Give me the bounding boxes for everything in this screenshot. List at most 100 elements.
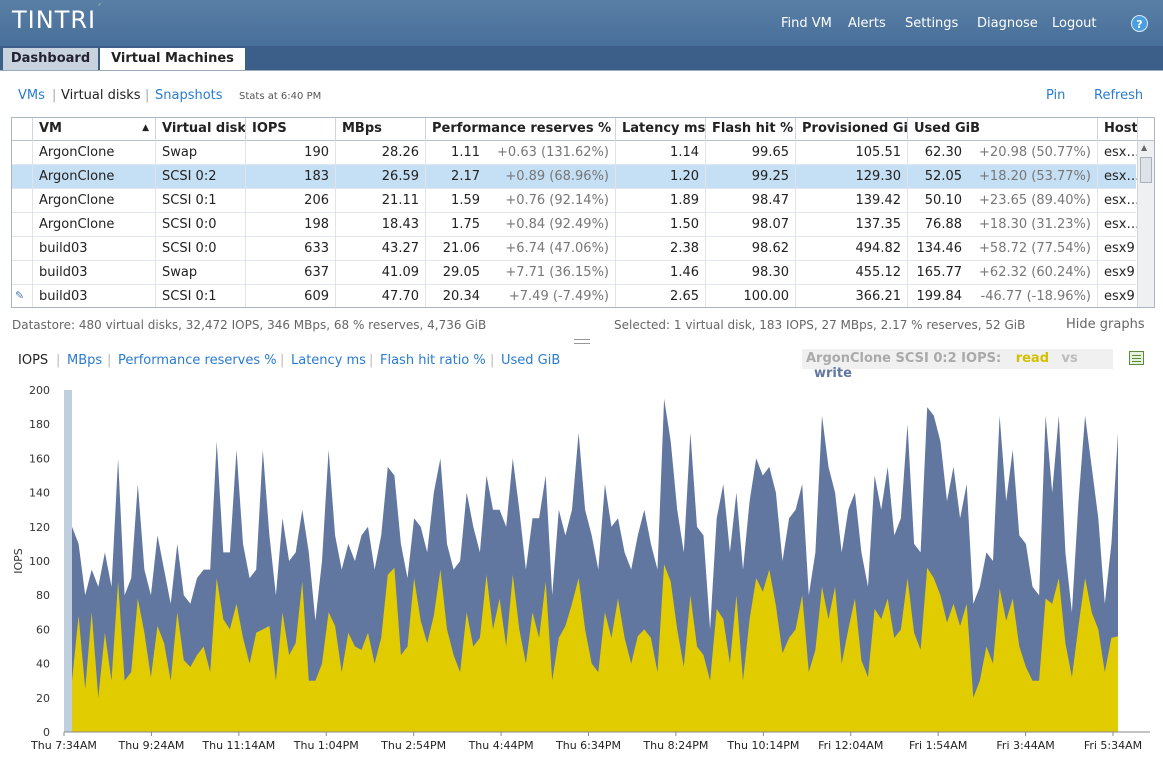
cell-disk: SCSI 0:0 bbox=[156, 213, 246, 237]
tab-dashboard[interactable]: Dashboard bbox=[3, 48, 98, 70]
chart-tab-latency[interactable]: Latency ms bbox=[291, 353, 366, 368]
col-used[interactable]: Used GiB bbox=[908, 118, 1098, 141]
x-tick-label: Thu 2:54PM bbox=[380, 739, 446, 752]
col-iops[interactable]: IOPS bbox=[246, 118, 336, 141]
x-tick-label: Fri 12:04AM bbox=[818, 739, 883, 752]
subnav-vms[interactable]: VMs bbox=[18, 88, 45, 104]
cell-latency: 1.20 bbox=[616, 165, 706, 189]
table-scrollbar[interactable]: ▲ bbox=[1137, 141, 1154, 307]
cell-vm: build03 bbox=[33, 237, 156, 261]
x-tick-label: Thu 4:44PM bbox=[468, 739, 534, 752]
cell-flash: 98.62 bbox=[706, 237, 796, 261]
cell-used: 52.05 bbox=[924, 169, 962, 184]
cell-iops: 609 bbox=[246, 285, 336, 307]
col-vm[interactable]: VM ▲ bbox=[33, 118, 156, 141]
nav-diagnose[interactable]: Diagnose bbox=[977, 16, 1038, 31]
cell-used: 165.77 bbox=[916, 265, 963, 280]
subnav-snapshots[interactable]: Snapshots bbox=[155, 88, 223, 104]
row-gutter bbox=[12, 165, 33, 189]
nav-find-vm[interactable]: Find VM bbox=[781, 16, 832, 31]
cell-flash: 98.07 bbox=[706, 213, 796, 237]
chart-legend: ArgonClone SCSI 0:2 IOPS: read vs write bbox=[802, 349, 1113, 381]
cell-provisioned: 455.12 bbox=[796, 261, 908, 285]
cell-latency: 1.46 bbox=[616, 261, 706, 285]
cell-provisioned: 139.42 bbox=[796, 189, 908, 213]
table-row[interactable]: build03 SCSI 0:0 633 43.27 21.06 +6.74 (47.06… bbox=[12, 237, 1138, 261]
table-row[interactable]: ArgonClone SCSI 0:2 183 26.59 2.17 +0.89 (68.… bbox=[12, 165, 1138, 189]
cell-used: 76.88 bbox=[924, 217, 962, 232]
cell-used: 199.84 bbox=[916, 289, 963, 304]
y-tick-label: 140 bbox=[29, 487, 50, 500]
x-tick-label: Fri 1:54AM bbox=[909, 739, 967, 752]
nav-settings[interactable]: Settings bbox=[905, 16, 958, 31]
cell-disk: SCSI 0:1 bbox=[156, 285, 246, 307]
nav-alerts[interactable]: Alerts bbox=[848, 16, 886, 31]
cell-host: esx9 bbox=[1098, 261, 1138, 285]
cell-vm: ArgonClone bbox=[33, 141, 156, 165]
tab-virtual-machines[interactable]: Virtual Machines bbox=[100, 48, 245, 72]
col-flash-hit[interactable]: Flash hit % bbox=[706, 118, 796, 141]
cell-iops: 190 bbox=[246, 141, 336, 165]
x-tick-label: Thu 11:14AM bbox=[201, 739, 275, 752]
cell-reserve-delta: +0.63 (131.62%) bbox=[486, 141, 616, 165]
hide-graphs-link[interactable]: Hide graphs bbox=[1066, 317, 1145, 332]
subnav-virtual-disks[interactable]: Virtual disks bbox=[61, 88, 141, 104]
table-row[interactable]: ArgonClone SCSI 0:0 198 18.43 1.75 +0.84 (92.… bbox=[12, 213, 1138, 237]
cell-mbps: 43.27 bbox=[336, 237, 426, 261]
table-row[interactable]: ArgonClone SCSI 0:1 206 21.11 1.59 +0.76 (92.… bbox=[12, 189, 1138, 213]
export-csv-icon[interactable] bbox=[1129, 351, 1144, 365]
chart-tab-perf-reserves[interactable]: Performance reserves % bbox=[118, 353, 277, 368]
y-tick-label: 40 bbox=[36, 658, 50, 671]
table-row[interactable]: build03 Swap 637 41.09 29.05 +7.71 (36.15%) 1.… bbox=[12, 261, 1138, 285]
split-handle[interactable] bbox=[574, 339, 590, 344]
cell-used: 50.10 bbox=[924, 193, 962, 208]
pin-link[interactable]: Pin bbox=[1046, 88, 1065, 104]
chart-tab-mbps[interactable]: MBps bbox=[67, 353, 102, 368]
x-tick-label: Thu 8:24PM bbox=[642, 739, 708, 752]
scroll-up-icon[interactable]: ▲ bbox=[1141, 143, 1147, 152]
col-provisioned[interactable]: Provisioned GiB bbox=[796, 118, 908, 141]
datastore-summary: Datastore: 480 virtual disks, 32,472 IOP… bbox=[12, 318, 487, 332]
refresh-link[interactable]: Refresh bbox=[1094, 88, 1143, 104]
top-bar: TINTRI ˊ Find VM Alerts Settings Diagnos… bbox=[0, 0, 1163, 46]
subnav-separator: | bbox=[145, 88, 150, 103]
cell-disk: Swap bbox=[156, 141, 246, 165]
table-row[interactable]: ✎ build03 SCSI 0:1 609 47.70 20.34 +7.49 (-7.4… bbox=[12, 285, 1138, 307]
x-tick-label: Thu 7:34AM bbox=[30, 739, 97, 752]
col-virtual-disk[interactable]: Virtual disk bbox=[156, 118, 246, 141]
col-performance-reserves[interactable]: Performance reserves % bbox=[426, 118, 616, 141]
y-tick-label: 20 bbox=[36, 692, 50, 705]
cell-flash: 98.47 bbox=[706, 189, 796, 213]
table-row[interactable]: ArgonClone Swap 190 28.26 1.11 +0.63 (131.62%… bbox=[12, 141, 1138, 165]
nav-logout[interactable]: Logout bbox=[1052, 16, 1097, 31]
tintri-logo[interactable]: TINTRI bbox=[12, 6, 96, 34]
cell-reserve: 20.34 bbox=[442, 289, 480, 304]
cell-latency: 1.50 bbox=[616, 213, 706, 237]
chart-tab-used-gib[interactable]: Used GiB bbox=[501, 353, 560, 368]
cell-iops: 206 bbox=[246, 189, 336, 213]
col-latency[interactable]: Latency ms bbox=[616, 118, 706, 141]
cell-used-delta: +58.72 (77.54%) bbox=[968, 237, 1098, 261]
chart-tab-flash-hit[interactable]: Flash hit ratio % bbox=[380, 353, 486, 368]
row-gutter bbox=[12, 213, 33, 237]
cell-latency: 1.89 bbox=[616, 189, 706, 213]
cell-reserve: 1.59 bbox=[451, 193, 480, 208]
cell-provisioned: 129.30 bbox=[796, 165, 908, 189]
cell-mbps: 18.43 bbox=[336, 213, 426, 237]
y-tick-label: 180 bbox=[29, 418, 50, 431]
chart-left-band bbox=[64, 390, 72, 732]
cell-provisioned: 366.21 bbox=[796, 285, 908, 307]
edit-pencil-icon: ✎ bbox=[12, 285, 33, 307]
chart-tab-iops[interactable]: IOPS bbox=[18, 353, 48, 368]
col-mbps[interactable]: MBps bbox=[336, 118, 426, 141]
cell-mbps: 26.59 bbox=[336, 165, 426, 189]
cell-provisioned: 494.82 bbox=[796, 237, 908, 261]
cell-flash: 99.65 bbox=[706, 141, 796, 165]
cell-host: esx… bbox=[1098, 213, 1138, 237]
cell-reserve: 21.06 bbox=[442, 241, 480, 256]
help-icon[interactable]: ? bbox=[1131, 15, 1148, 32]
row-gutter bbox=[12, 189, 33, 213]
col-host[interactable]: Host bbox=[1098, 118, 1138, 141]
scroll-thumb[interactable] bbox=[1140, 157, 1152, 183]
cell-reserve-delta: +7.71 (36.15%) bbox=[486, 261, 616, 285]
